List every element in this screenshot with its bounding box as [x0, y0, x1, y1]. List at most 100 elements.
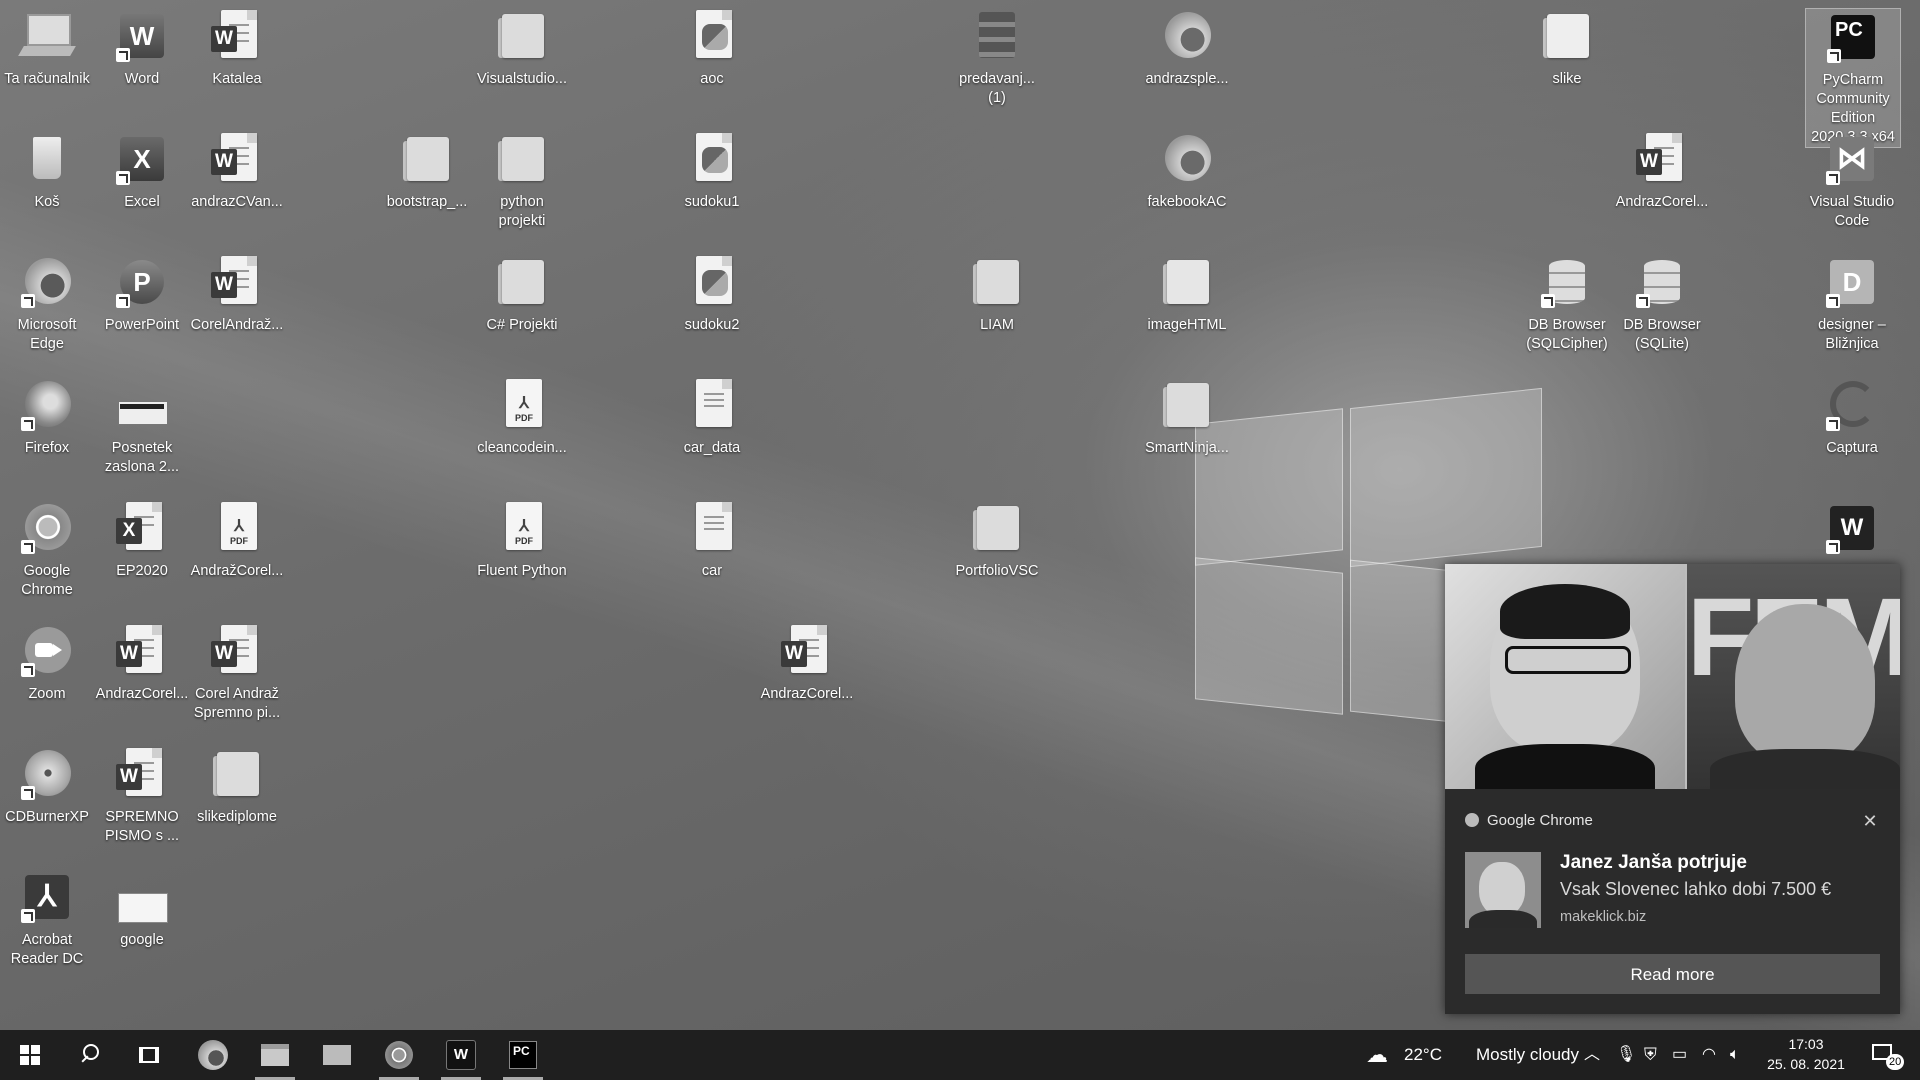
desktop-icon-excel[interactable]: X Excel [95, 131, 189, 212]
desktop-icon-andrazcorel-word-1[interactable]: W AndrazCorel... [95, 623, 189, 704]
desktop-icon-dbbrowser-sqlcipher[interactable]: DB Browser (SQLCipher) [1520, 254, 1614, 354]
taskbar-mail[interactable] [313, 1030, 361, 1080]
desktop-icon-recycle-bin[interactable]: Koš [0, 131, 94, 212]
desktop-icon-word[interactable]: W Word [95, 8, 189, 89]
desktop-icon-corel-spremno[interactable]: W Corel Andraž Spremno pi... [190, 623, 284, 723]
security-shield-icon[interactable]: ⛨ [1644, 1030, 1657, 1080]
desktop-icon-designer[interactable]: D designer – Bližnjica [1805, 254, 1899, 354]
desktop-icon-zoom[interactable]: Zoom [0, 623, 94, 704]
desktop-icon-posnetek[interactable]: Posnetek zaslona 2... [95, 377, 189, 477]
desktop-icon-cleancode[interactable]: ⅄ PDF cleancodein... [475, 377, 569, 458]
desktop-icon-vscode[interactable]: ⋈ Visual Studio Code [1805, 131, 1899, 231]
read-more-button[interactable]: Read more [1465, 954, 1880, 994]
desktop-icon-smartninja[interactable]: SmartNinja... [1140, 377, 1234, 458]
desktop-icon-andrazcorel-right[interactable]: W AndrazCorel... [1615, 131, 1709, 212]
desktop-icon-car-data[interactable]: car_data [665, 377, 759, 458]
desktop-icon-webstorm[interactable]: W [1805, 500, 1899, 556]
wifi-icon[interactable]: ◠ [1702, 1030, 1716, 1080]
chevron-up-icon[interactable]: ︿ [1584, 1030, 1600, 1080]
desktop-icon-spremno-pismo[interactable]: W SPREMNO PISMO s ... [95, 746, 189, 846]
word-file-icon: W [209, 131, 265, 187]
webstorm-icon: W [446, 1040, 476, 1070]
desktop-icon-fluent-python[interactable]: ⅄ PDF Fluent Python [475, 500, 569, 581]
notification-hero-image: FEM [1445, 564, 1900, 789]
desktop-icon-label: Captura [1826, 440, 1878, 456]
desktop-icon-andrazcorel-pdf[interactable]: ⅄ PDF AndražCorel... [190, 500, 284, 581]
desktop-icon-this-pc[interactable]: Ta računalnik [0, 8, 94, 89]
desktop-icon-label: bootstrap_... [386, 194, 468, 210]
desktop-icon-ep2020[interactable]: X EP2020 [95, 500, 189, 581]
desktop-icon-andrazcvan[interactable]: W andrazCVan... [190, 131, 284, 212]
desktop-icon-label: car [701, 563, 723, 579]
desktop-icon-andrazcorel-word-2[interactable]: W AndrazCorel... [760, 623, 854, 704]
weather-description[interactable]: Mostly cloudy [1476, 1030, 1579, 1080]
desktop-icon-csharp-projekti[interactable]: C# Projekti [475, 254, 569, 335]
chrome-notification[interactable]: FEM Google Chrome ✕ Janez Janša potrjuje… [1445, 564, 1900, 1014]
desktop-icon-firefox[interactable]: Firefox [0, 377, 94, 458]
desktop-icon-sudoku2[interactable]: sudoku2 [665, 254, 759, 335]
desktop-icon-powerpoint[interactable]: P PowerPoint [95, 254, 189, 335]
desktop-icon-pycharm[interactable]: PC PyCharm Community Edition 2020.3.3 x6… [1805, 8, 1901, 148]
start-button[interactable] [6, 1030, 54, 1080]
desktop-icon-dbbrowser-sqlite[interactable]: DB Browser (SQLite) [1615, 254, 1709, 354]
search-button[interactable] [65, 1030, 113, 1080]
desktop-icon-captura[interactable]: Captura [1805, 377, 1899, 458]
disc-icon [19, 746, 75, 802]
desktop-icon-chrome[interactable]: Google Chrome [0, 500, 94, 600]
desktop-icon-edge[interactable]: Microsoft Edge [0, 254, 94, 354]
python-file-icon [684, 131, 740, 187]
acrobat-icon: ⅄ [19, 869, 75, 925]
task-view-button[interactable] [125, 1030, 173, 1080]
weather-temp[interactable]: 22°C [1404, 1030, 1442, 1080]
taskbar-file-explorer[interactable] [251, 1030, 299, 1080]
taskbar-edge[interactable] [189, 1030, 237, 1080]
desktop-icon-label: cleancodein... [477, 440, 567, 456]
desktop-icon-slikediplome[interactable]: slikediplome [190, 746, 284, 827]
desktop-icon-visualstudio[interactable]: Visualstudio... [475, 8, 569, 89]
desktop-icon-label: Excel [124, 194, 160, 210]
desktop-icon-predavanja[interactable]: predavanj... (1) [950, 8, 1044, 108]
weather-icon[interactable]: ☁ [1366, 1030, 1388, 1080]
folder-icon [399, 131, 455, 187]
desktop-icon-slike[interactable]: slike [1520, 8, 1614, 89]
desktop-icon-label: google [120, 932, 164, 948]
powerpoint-icon: P [114, 254, 170, 310]
action-center-button[interactable]: 20 [1862, 1030, 1912, 1080]
desktop-icon-acrobat[interactable]: ⅄ Acrobat Reader DC [0, 869, 94, 969]
desktop-icon-fakebookac[interactable]: fakebookAC [1140, 131, 1234, 212]
desktop-icon-imagehtml[interactable]: imageHTML [1140, 254, 1234, 335]
notification-app-name: Google Chrome [1487, 812, 1593, 829]
desktop-icon-katalea[interactable]: W Katalea [190, 8, 284, 89]
desktop-icon-label: DB Browser (SQLCipher) [1526, 317, 1608, 352]
clock[interactable]: 17:03 25. 08. 2021 [1762, 1034, 1850, 1074]
desktop-icon-label: slikediplome [197, 809, 277, 825]
taskbar-pycharm[interactable]: PC [499, 1030, 547, 1080]
wallpaper-logo-pane [1350, 387, 1542, 568]
desktop-icon-label: PowerPoint [104, 317, 180, 333]
desktop-icon-car[interactable]: car [665, 500, 759, 581]
word-file-icon: W [209, 254, 265, 310]
taskbar-chrome[interactable] [375, 1030, 423, 1080]
close-icon[interactable]: ✕ [1860, 811, 1880, 831]
desktop-icon-google[interactable]: google [95, 869, 189, 950]
desktop-icon-sudoku1[interactable]: sudoku1 [665, 131, 759, 212]
desktop-icon-aoc[interactable]: aoc [665, 8, 759, 89]
desktop-icon-liam[interactable]: LIAM [950, 254, 1044, 335]
desktop-icon-andrazsple[interactable]: andrazsple... [1140, 8, 1234, 89]
image-file-icon [114, 377, 170, 433]
desktop-icon-corelandraz[interactable]: W CorelAndraž... [190, 254, 284, 335]
desktop-icon-bootstrap[interactable]: bootstrap_... [380, 131, 474, 212]
desktop-icon-label: imageHTML [1147, 317, 1227, 333]
desktop-icon-python-projekti[interactable]: python projekti [475, 131, 569, 231]
word-file-icon: W [1634, 131, 1690, 187]
desktop-icon-portfoliovsc[interactable]: PortfolioVSC [950, 500, 1044, 581]
battery-icon[interactable]: ▭ [1672, 1030, 1687, 1080]
volume-icon[interactable]: 🔈︎ [1730, 1030, 1740, 1080]
desktop-icon-label: Visual Studio Code [1809, 194, 1895, 229]
taskbar-webstorm[interactable]: W [437, 1030, 485, 1080]
desktop-icon-label: slike [1552, 71, 1582, 87]
desktop-icon-cdburnerxp[interactable]: CDBurnerXP [0, 746, 94, 827]
desktop-icon-label: aoc [700, 71, 724, 87]
pdf-file-icon: ⅄ PDF [494, 377, 550, 433]
microphone-icon[interactable]: 🎙︎ [1616, 1030, 1636, 1080]
